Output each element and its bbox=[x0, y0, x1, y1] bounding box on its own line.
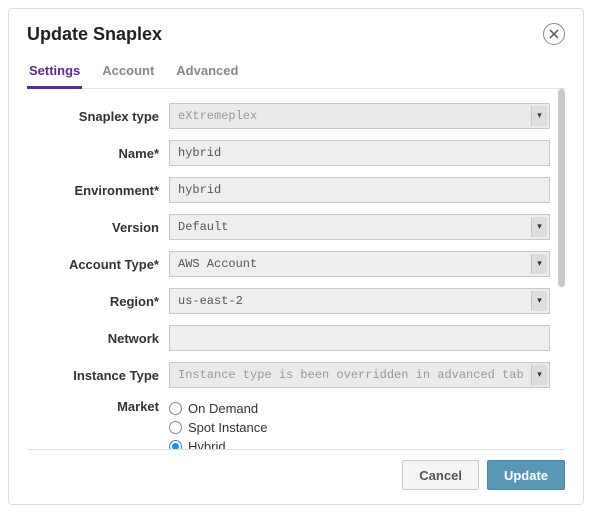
update-button[interactable]: Update bbox=[487, 460, 565, 490]
label-region: Region* bbox=[27, 294, 169, 309]
instance-type-select[interactable]: Instance type is been overridden in adva… bbox=[169, 362, 550, 388]
label-instance-type: Instance Type bbox=[27, 368, 169, 383]
version-select[interactable]: Default ▾ bbox=[169, 214, 550, 240]
close-button[interactable] bbox=[543, 23, 565, 45]
label-market: Market bbox=[27, 399, 169, 414]
environment-input[interactable] bbox=[169, 177, 550, 203]
market-radio-group: On Demand Spot Instance Hybrid bbox=[169, 399, 550, 449]
update-snaplex-dialog: Update Snaplex Settings Account Advanced… bbox=[8, 8, 584, 505]
tabs: Settings Account Advanced bbox=[27, 57, 565, 89]
label-name: Name* bbox=[27, 146, 169, 161]
chevron-down-icon: ▾ bbox=[531, 106, 547, 126]
label-account-type: Account Type* bbox=[27, 257, 169, 272]
market-spot-instance[interactable]: Spot Instance bbox=[169, 420, 550, 435]
tab-settings[interactable]: Settings bbox=[27, 57, 82, 88]
radio-icon bbox=[169, 402, 182, 415]
label-network: Network bbox=[27, 331, 169, 346]
form-scroll: Snaplex type eXtremeplex ▾ Name* Environ… bbox=[27, 89, 554, 449]
cancel-button[interactable]: Cancel bbox=[402, 460, 479, 490]
label-snaplex-type: Snaplex type bbox=[27, 109, 169, 124]
name-input[interactable] bbox=[169, 140, 550, 166]
scrollbar[interactable] bbox=[558, 89, 565, 449]
tab-advanced[interactable]: Advanced bbox=[174, 57, 240, 88]
dialog-title: Update Snaplex bbox=[27, 24, 162, 45]
network-input[interactable] bbox=[169, 325, 550, 351]
snaplex-type-select[interactable]: eXtremeplex ▾ bbox=[169, 103, 550, 129]
close-icon bbox=[549, 29, 559, 39]
chevron-down-icon: ▾ bbox=[531, 365, 547, 385]
radio-icon bbox=[169, 440, 182, 449]
market-hybrid[interactable]: Hybrid bbox=[169, 439, 550, 449]
chevron-down-icon: ▾ bbox=[531, 254, 547, 274]
tab-account[interactable]: Account bbox=[100, 57, 156, 88]
label-version: Version bbox=[27, 220, 169, 235]
chevron-down-icon: ▾ bbox=[531, 217, 547, 237]
dialog-footer: Cancel Update bbox=[27, 449, 565, 490]
region-select[interactable]: us-east-2 ▾ bbox=[169, 288, 550, 314]
account-type-select[interactable]: AWS Account ▾ bbox=[169, 251, 550, 277]
market-on-demand[interactable]: On Demand bbox=[169, 401, 550, 416]
scrollbar-thumb[interactable] bbox=[558, 89, 565, 287]
dialog-header: Update Snaplex bbox=[27, 23, 565, 45]
radio-icon bbox=[169, 421, 182, 434]
chevron-down-icon: ▾ bbox=[531, 291, 547, 311]
label-environment: Environment* bbox=[27, 183, 169, 198]
